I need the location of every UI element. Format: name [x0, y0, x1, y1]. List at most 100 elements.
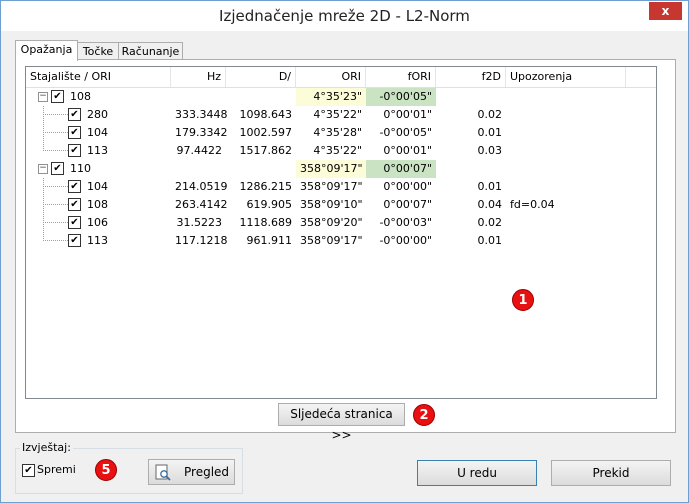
- save-label[interactable]: Spremi: [37, 463, 76, 476]
- ori-value: 4°35'22": [313, 144, 362, 157]
- row-checkbox[interactable]: ✔: [68, 234, 81, 247]
- dialog-window: Izjednačenje mreže 2D - L2-Norm x Opažan…: [0, 0, 689, 503]
- station-checkbox[interactable]: ✔: [51, 162, 64, 175]
- observations-panel: Stajalište / ORI Hz D/ ORI fORI f2D Upoz…: [15, 59, 676, 442]
- warning-value: [506, 142, 626, 160]
- station-name: 108: [70, 90, 91, 103]
- fori-value: -0°00'05": [379, 126, 432, 139]
- f2d-value: 0.02: [477, 216, 503, 229]
- target-name: 104: [87, 126, 108, 139]
- preview-label: Pregled: [184, 465, 230, 479]
- collapse-toggle[interactable]: −: [38, 92, 48, 102]
- station-name: 110: [70, 162, 91, 175]
- hz-value: 263.4142: [175, 198, 228, 211]
- target-name: 113: [87, 144, 108, 157]
- distance-value: 1098.643: [239, 108, 293, 121]
- hz-value: 179.3342: [175, 126, 228, 139]
- warning-value: [506, 232, 626, 250]
- distance-value: 1286.215: [239, 180, 293, 193]
- f2d-value: 0.01: [477, 234, 503, 247]
- row-checkbox[interactable]: ✔: [68, 216, 81, 229]
- observations-grid[interactable]: Stajalište / ORI Hz D/ ORI fORI f2D Upoz…: [25, 66, 657, 399]
- ori-value: 358°09'10": [300, 198, 363, 211]
- table-row[interactable]: ✔ 106 31.5223 1118.689 358°09'20" -0°00'…: [26, 214, 656, 232]
- station-row[interactable]: − ✔ 108 4°35'23" -0°00'05": [26, 88, 656, 106]
- table-row[interactable]: ✔ 104 214.0519 1286.215 358°09'17" 0°00'…: [26, 178, 656, 196]
- warning-value: [506, 124, 626, 142]
- fori-value: 0°00'07": [383, 198, 432, 211]
- station-row[interactable]: − ✔ 110 358°09'17" 0°00'07": [26, 160, 656, 178]
- column-header-ori[interactable]: ORI: [296, 67, 366, 87]
- station-ori: 4°35'23": [296, 88, 366, 106]
- column-header-warnings[interactable]: Upozorenja: [506, 67, 626, 87]
- report-group-label: Izvještaj:: [20, 441, 73, 454]
- table-row[interactable]: ✔ 113 97.4422 1517.862 4°35'22" 0°00'01"…: [26, 142, 656, 160]
- warning-value: [506, 178, 626, 196]
- callout-badge-1: 1: [512, 289, 534, 311]
- row-checkbox[interactable]: ✔: [68, 180, 81, 193]
- column-header-hz[interactable]: Hz: [171, 67, 226, 87]
- hz-value: 31.5223: [176, 216, 223, 229]
- ori-value: 4°35'28": [313, 126, 362, 139]
- distance-value: 1002.597: [239, 126, 293, 139]
- f2d-value: 0.02: [477, 108, 503, 121]
- distance-value: 961.911: [246, 234, 293, 247]
- f2d-value: 0.03: [477, 144, 503, 157]
- row-checkbox[interactable]: ✔: [68, 144, 81, 157]
- ori-value: 358°09'17": [300, 180, 363, 193]
- target-name: 104: [87, 180, 108, 193]
- target-name: 113: [87, 234, 108, 247]
- target-name: 280: [87, 108, 108, 121]
- table-row[interactable]: ✔ 280 333.3448 1098.643 4°35'22" 0°00'01…: [26, 106, 656, 124]
- row-checkbox[interactable]: ✔: [68, 198, 81, 211]
- target-name: 108: [87, 198, 108, 211]
- close-button[interactable]: x: [649, 2, 682, 20]
- grid-header: Stajalište / ORI Hz D/ ORI fORI f2D Upoz…: [26, 67, 656, 88]
- station-fori: 0°00'07": [366, 160, 436, 178]
- f2d-value: 0.04: [477, 198, 503, 211]
- callout-badge-5: 5: [95, 459, 117, 481]
- fori-value: 0°00'01": [383, 108, 432, 121]
- callout-badge-2: 2: [413, 404, 435, 426]
- fori-value: 0°00'01": [383, 144, 432, 157]
- warning-value: [506, 106, 626, 124]
- next-page-button[interactable]: Sljedeća stranica >>: [278, 403, 405, 442]
- column-header-fori[interactable]: fORI: [366, 67, 436, 87]
- column-header-station[interactable]: Stajalište / ORI: [26, 67, 171, 87]
- window-title: Izjednačenje mreže 2D - L2-Norm: [219, 7, 470, 25]
- row-checkbox[interactable]: ✔: [68, 108, 81, 121]
- ok-button[interactable]: U redu: [417, 460, 537, 486]
- hz-value: 117.1218: [175, 234, 228, 247]
- target-name: 106: [87, 216, 108, 229]
- ori-value: 358°09'20": [300, 216, 363, 229]
- ori-value: 358°09'17": [300, 234, 363, 247]
- tab-racunanje[interactable]: Računanje: [118, 42, 183, 60]
- row-checkbox[interactable]: ✔: [68, 126, 81, 139]
- fori-value: 0°00'00": [383, 180, 432, 193]
- cancel-button[interactable]: Prekid: [551, 460, 671, 486]
- column-header-d[interactable]: D/: [226, 67, 296, 87]
- collapse-toggle[interactable]: −: [38, 164, 48, 174]
- tab-opazanja[interactable]: Opažanja: [15, 40, 78, 61]
- column-header-f2d[interactable]: f2D: [436, 67, 506, 87]
- station-checkbox[interactable]: ✔: [51, 90, 64, 103]
- distance-value: 619.905: [246, 198, 293, 211]
- title-bar[interactable]: Izjednačenje mreže 2D - L2-Norm x: [1, 1, 688, 31]
- warning-value: [506, 214, 626, 232]
- distance-value: 1118.689: [239, 216, 293, 229]
- distance-value: 1517.862: [239, 144, 293, 157]
- preview-button[interactable]: Pregled: [148, 459, 235, 485]
- station-ori: 358°09'17": [296, 160, 366, 178]
- ori-value: 4°35'22": [313, 108, 362, 121]
- hz-value: 214.0519: [175, 180, 228, 193]
- save-checkbox[interactable]: ✔: [22, 464, 35, 477]
- warning-value: fd=0.04: [510, 198, 555, 211]
- fori-value: -0°00'00": [379, 234, 432, 247]
- table-row[interactable]: ✔ 104 179.3342 1002.597 4°35'28" -0°00'0…: [26, 124, 656, 142]
- tab-tocke[interactable]: Točke: [77, 42, 119, 60]
- hz-value: 97.4422: [176, 144, 223, 157]
- hz-value: 333.3448: [175, 108, 228, 121]
- table-row[interactable]: ✔ 113 117.1218 961.911 358°09'17" -0°00'…: [26, 232, 656, 250]
- table-row[interactable]: ✔ 108 263.4142 619.905 358°09'10" 0°00'0…: [26, 196, 656, 214]
- station-fori: -0°00'05": [366, 88, 436, 106]
